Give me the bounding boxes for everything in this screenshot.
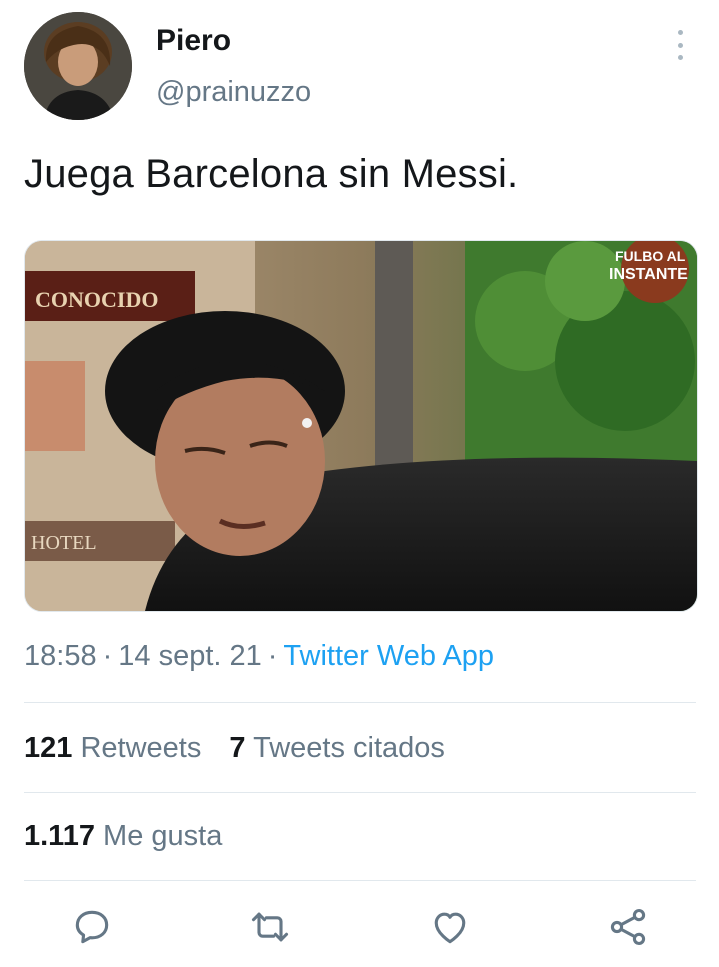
likes-link[interactable]: 1.117 Me gusta xyxy=(24,820,222,852)
tweet-text: Juega Barcelona sin Messi. xyxy=(24,152,519,196)
tweet-date[interactable]: 14 sept. 21 xyxy=(118,640,262,672)
author-handle[interactable]: @prainuzzo xyxy=(156,76,311,109)
avatar[interactable] xyxy=(24,12,132,120)
author-name[interactable]: Piero xyxy=(156,24,231,58)
divider xyxy=(24,880,696,881)
likes-count: 1.117 xyxy=(24,820,95,852)
share-icon[interactable] xyxy=(606,905,650,949)
likes-stats: 1.117 Me gusta xyxy=(24,820,222,853)
divider xyxy=(24,702,696,703)
likes-label: Me gusta xyxy=(103,820,223,852)
retweets-count: 121 xyxy=(24,732,73,764)
retweets-label: Retweets xyxy=(80,732,202,764)
tweet-media-image[interactable]: CONOCIDO HOTEL FULBO AL INSTANTE xyxy=(24,240,698,612)
heart-icon[interactable] xyxy=(428,905,472,949)
media-illustration: CONOCIDO HOTEL FULBO AL INSTANTE xyxy=(25,241,697,611)
retweet-stats: 121 Retweets 7 Tweets citados xyxy=(24,732,445,765)
watermark-line1: FULBO AL xyxy=(615,248,686,264)
quotes-count: 7 xyxy=(229,732,246,764)
divider xyxy=(24,792,696,793)
reply-icon[interactable] xyxy=(70,905,114,949)
meta-separator: · xyxy=(267,640,278,672)
quotes-link[interactable]: 7 Tweets citados xyxy=(229,732,445,764)
meta-separator: · xyxy=(102,640,113,672)
more-vertical-icon[interactable] xyxy=(672,30,688,60)
quotes-label: Tweets citados xyxy=(253,732,445,764)
sign-text: CONOCIDO xyxy=(35,287,158,312)
tweet-meta: 18:58 · 14 sept. 21 · Twitter Web App xyxy=(24,640,494,673)
action-bar xyxy=(0,905,719,955)
retweet-icon[interactable] xyxy=(248,905,292,949)
watermark-line2: INSTANTE xyxy=(609,266,688,283)
retweets-link[interactable]: 121 Retweets xyxy=(24,732,201,764)
hotel-text: HOTEL xyxy=(31,532,97,554)
avatar-image xyxy=(24,12,132,120)
tweet-time[interactable]: 18:58 xyxy=(24,640,97,672)
tweet-source-link[interactable]: Twitter Web App xyxy=(283,640,494,672)
